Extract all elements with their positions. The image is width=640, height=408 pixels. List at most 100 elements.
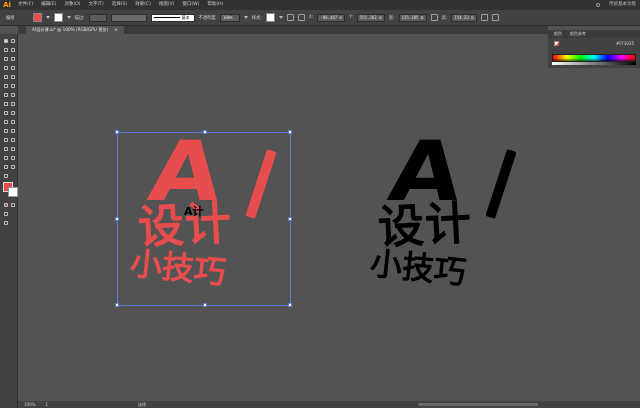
curvature-icon — [11, 57, 15, 61]
perspective-grid-tool[interactable] — [3, 128, 9, 134]
stroke-swatch[interactable] — [8, 187, 18, 197]
handle-bottom-left[interactable] — [115, 303, 119, 307]
blend-tool[interactable] — [3, 146, 9, 152]
scale-tool[interactable] — [10, 101, 16, 107]
opacity-field[interactable]: 100% — [219, 13, 240, 22]
menu-select[interactable]: 选择(S) — [108, 0, 131, 10]
zoom-level[interactable]: 100% — [24, 402, 35, 407]
shape-icon[interactable] — [492, 14, 500, 21]
tab-color[interactable]: 颜色 — [554, 31, 562, 37]
handle-middle-left[interactable] — [115, 217, 119, 221]
brush-definition-field[interactable]: 基本 — [150, 13, 195, 22]
screen-mode-button[interactable] — [3, 220, 9, 226]
curvature-tool[interactable] — [10, 56, 16, 62]
height-field[interactable]: 154.23 m — [451, 13, 478, 22]
column-graph-tool[interactable] — [3, 155, 9, 161]
shaper-tool[interactable] — [3, 83, 9, 89]
handle-top-right[interactable] — [288, 130, 292, 134]
handle-bottom-center[interactable] — [203, 303, 207, 307]
type-tool[interactable] — [3, 65, 9, 71]
handle-top-center[interactable] — [203, 130, 207, 134]
fill-color-swatch[interactable] — [32, 13, 42, 22]
x-field[interactable]: -80.447 m — [317, 13, 346, 22]
hand-tool[interactable] — [10, 164, 16, 170]
handle-bottom-right[interactable] — [288, 303, 292, 307]
black-text-design: 设计 — [376, 195, 474, 255]
shape-builder-tool[interactable] — [10, 119, 16, 125]
color-mode-button[interactable] — [3, 202, 9, 208]
scissors-tool[interactable] — [10, 92, 16, 98]
link-icon[interactable] — [430, 14, 438, 21]
menu-help[interactable]: 帮助(H) — [203, 0, 227, 10]
stroke-color-swatch[interactable] — [53, 13, 63, 22]
none-swatch-icon[interactable] — [554, 41, 559, 46]
status-mode[interactable]: 选择 — [138, 402, 146, 408]
handle-middle-right[interactable] — [288, 217, 292, 221]
menu-edit[interactable]: 编辑(E) — [37, 0, 60, 10]
grayscale-ramp[interactable] — [552, 62, 636, 65]
menu-type[interactable]: 文字(T) — [85, 0, 108, 10]
rotate-tool[interactable] — [3, 101, 9, 107]
line-tool[interactable] — [10, 65, 16, 71]
chevron-down-icon[interactable] — [45, 16, 50, 19]
variable-width-field[interactable] — [110, 13, 147, 22]
hex-value[interactable]: #FF3035 — [616, 41, 634, 46]
pen-tool[interactable] — [3, 56, 9, 62]
symbol-sprayer-tool[interactable] — [10, 146, 16, 152]
rectangle-tool[interactable] — [3, 74, 9, 80]
document-tab[interactable]: AI设计课.ai* @ 100% (RGB/GPU 预览) × — [26, 26, 124, 34]
rotate-icon — [4, 102, 8, 106]
draw-mode-button[interactable] — [3, 211, 9, 217]
artboard-tool[interactable] — [10, 155, 16, 161]
right-panel-dock: 颜色 颜色参考 #FF3035 — [548, 26, 640, 408]
width-tool[interactable] — [3, 110, 9, 116]
eraser-tool[interactable] — [3, 92, 9, 98]
menu-window[interactable]: 窗口(W) — [178, 0, 203, 10]
none-mode-button[interactable] — [10, 202, 16, 208]
mesh-tool[interactable] — [10, 128, 16, 134]
horizontal-scrollbar[interactable] — [418, 403, 538, 406]
eyedropper-icon — [11, 138, 15, 142]
pencil-tool[interactable] — [10, 83, 16, 89]
stroke-weight-field[interactable] — [88, 13, 107, 22]
width-field[interactable]: 155.185 m — [398, 13, 427, 22]
magic-wand-tool[interactable] — [3, 47, 9, 53]
transform-icon[interactable] — [481, 14, 489, 21]
warp-tool[interactable] — [10, 110, 16, 116]
menu-effect[interactable]: 效果(C) — [131, 0, 155, 10]
graphic-style-swatch[interactable] — [265, 13, 275, 22]
color-spectrum[interactable] — [552, 54, 636, 62]
lasso-tool[interactable] — [10, 47, 16, 53]
handle-top-left[interactable] — [115, 130, 119, 134]
gradient-tool[interactable] — [3, 137, 9, 143]
eyedropper-tool[interactable] — [10, 137, 16, 143]
menu-view[interactable]: 视图(V) — [155, 0, 179, 10]
menu-file[interactable]: 文件(F) — [14, 0, 37, 10]
selection-bounding-box[interactable] — [115, 130, 292, 307]
artboard-number[interactable]: 1 — [45, 402, 48, 407]
color-panel: #FF3035 — [548, 38, 640, 68]
tab-color-guide[interactable]: 颜色参考 — [570, 31, 586, 37]
black-text-tips: 小技巧 — [368, 244, 468, 292]
direct-selection-tool[interactable] — [10, 38, 16, 44]
workspace-switcher[interactable]: 传统基本功能 — [609, 0, 636, 10]
paintbrush-tool[interactable] — [10, 74, 16, 80]
chevron-right-icon[interactable] — [243, 16, 248, 19]
close-icon[interactable]: × — [114, 26, 118, 34]
zoom-tool[interactable] — [3, 173, 9, 179]
search-icon[interactable] — [596, 3, 600, 7]
pencil-icon — [11, 84, 15, 88]
artboard-canvas[interactable]: A 设计 小技巧 A计 A 设计 小技巧 — [18, 34, 548, 401]
chevron-down-icon[interactable] — [278, 16, 283, 19]
lasso-icon — [11, 48, 15, 52]
align-icon[interactable] — [297, 14, 305, 21]
selection-tool[interactable] — [3, 38, 9, 44]
arrow-icon — [4, 39, 8, 43]
chevron-down-icon[interactable] — [66, 16, 71, 19]
menu-object[interactable]: 对象(O) — [60, 0, 84, 10]
slice-tool[interactable] — [3, 164, 9, 170]
y-field[interactable]: 551.262 m — [356, 13, 385, 22]
document-tab-bar: AI设计课.ai* @ 100% (RGB/GPU 预览) × — [18, 26, 548, 34]
free-transform-tool[interactable] — [3, 119, 9, 125]
recolor-artwork-icon[interactable] — [286, 14, 294, 21]
